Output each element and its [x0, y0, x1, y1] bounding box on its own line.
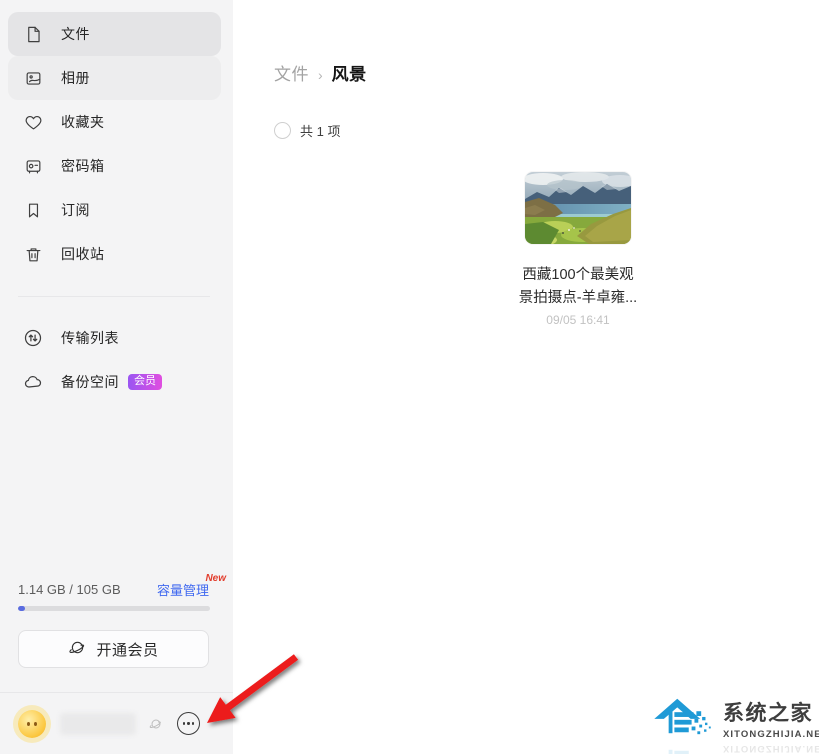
- selection-row: 共 1 项: [274, 121, 340, 140]
- sidebar-item-label: 回收站: [61, 244, 105, 264]
- new-badge: New: [205, 573, 226, 584]
- sidebar-item-transfer-list[interactable]: 传输列表: [8, 316, 221, 360]
- sidebar-item-label: 订阅: [61, 200, 90, 220]
- sidebar-secondary-nav: 传输列表 备份空间 会员: [8, 316, 221, 404]
- user-account-row: [0, 693, 233, 754]
- safe-icon: [23, 156, 43, 176]
- file-thumbnail[interactable]: [525, 172, 631, 244]
- file-name-line2: 景拍摄点-羊卓雍...: [513, 287, 643, 310]
- sidebar-item-label: 密码箱: [61, 156, 105, 176]
- storage-usage-text: 1.14 GB / 105 GB: [18, 582, 121, 597]
- sidebar-item-label: 备份空间: [61, 372, 119, 392]
- sidebar-item-subscriptions[interactable]: 订阅: [8, 188, 221, 232]
- sidebar-item-label: 相册: [61, 68, 90, 88]
- album-icon: [23, 68, 43, 88]
- user-name-blurred: [60, 713, 136, 735]
- item-count-label: 共 1 项: [300, 121, 340, 140]
- planet-icon: [68, 638, 87, 661]
- sidebar-item-label: 收藏夹: [61, 112, 105, 132]
- watermark-reflection: 系统之家 XITONGZHIJIA.NET: [652, 740, 817, 754]
- sidebar-item-favorites[interactable]: 收藏夹: [8, 100, 221, 144]
- upgrade-button-label: 开通会员: [96, 639, 158, 660]
- sidebar-divider: [18, 296, 210, 297]
- file-name-line1: 西藏100个最美观: [513, 264, 643, 287]
- breadcrumb-separator-icon: ›: [318, 67, 323, 83]
- storage-section: 1.14 GB / 105 GB 容量管理 New: [18, 581, 210, 611]
- capacity-manage-link[interactable]: 容量管理: [157, 580, 209, 599]
- watermark-title: 系统之家: [723, 697, 819, 727]
- sidebar-item-label: 文件: [61, 24, 90, 44]
- sidebar-item-files[interactable]: 文件: [8, 12, 221, 56]
- bookmark-icon: [23, 200, 43, 220]
- sidebar: 文件 相册 收藏夹 密码箱: [0, 0, 233, 754]
- file-date: 09/05 16:41: [525, 313, 631, 327]
- sidebar-item-label: 传输列表: [61, 328, 119, 348]
- watermark-domain: XITONGZHIJIA.NET: [723, 729, 819, 740]
- sidebar-item-backup-space[interactable]: 备份空间 会员: [8, 360, 221, 404]
- cloud-drive-app: 文件 相册 收藏夹 密码箱: [0, 0, 819, 754]
- sidebar-item-albums[interactable]: 相册: [8, 56, 221, 100]
- sidebar-item-recycle-bin[interactable]: 回收站: [8, 232, 221, 276]
- storage-progress-fill: [18, 606, 25, 611]
- sidebar-primary-nav: 文件 相册 收藏夹 密码箱: [8, 12, 221, 276]
- watermark-main: 系统之家 XITONGZHIJIA.NET: [652, 694, 817, 743]
- watermark: 系统之家 XITONGZHIJIA.NET 系统之家 XITONGZHIJIA.…: [652, 694, 817, 754]
- cloud-icon: [23, 372, 43, 392]
- trash-icon: [23, 244, 43, 264]
- breadcrumb: 文件 › 风景: [274, 60, 367, 85]
- more-options-button[interactable]: [177, 712, 200, 735]
- file-name: 西藏100个最美观 景拍摄点-羊卓雍...: [513, 264, 643, 310]
- file-card[interactable]: 西藏100个最美观 景拍摄点-羊卓雍... 09/05 16:41: [525, 172, 631, 327]
- upgrade-member-button[interactable]: 开通会员: [18, 630, 209, 668]
- main-content: 文件 › 风景 共 1 项: [233, 0, 819, 754]
- user-avatar[interactable]: [18, 710, 46, 738]
- breadcrumb-parent[interactable]: 文件: [274, 60, 309, 85]
- storage-progress-bar: [18, 606, 210, 611]
- select-all-checkbox[interactable]: [274, 122, 291, 139]
- heart-icon: [23, 112, 43, 132]
- member-badge: 会员: [128, 374, 162, 390]
- xitongzhijia-logo-reflection-icon: [652, 740, 714, 754]
- member-planet-icon: [148, 716, 164, 732]
- transfer-icon: [23, 328, 43, 348]
- xitongzhijia-logo-icon: [652, 694, 714, 743]
- sidebar-item-password-box[interactable]: 密码箱: [8, 144, 221, 188]
- breadcrumb-current: 风景: [332, 60, 367, 85]
- file-icon: [23, 24, 43, 44]
